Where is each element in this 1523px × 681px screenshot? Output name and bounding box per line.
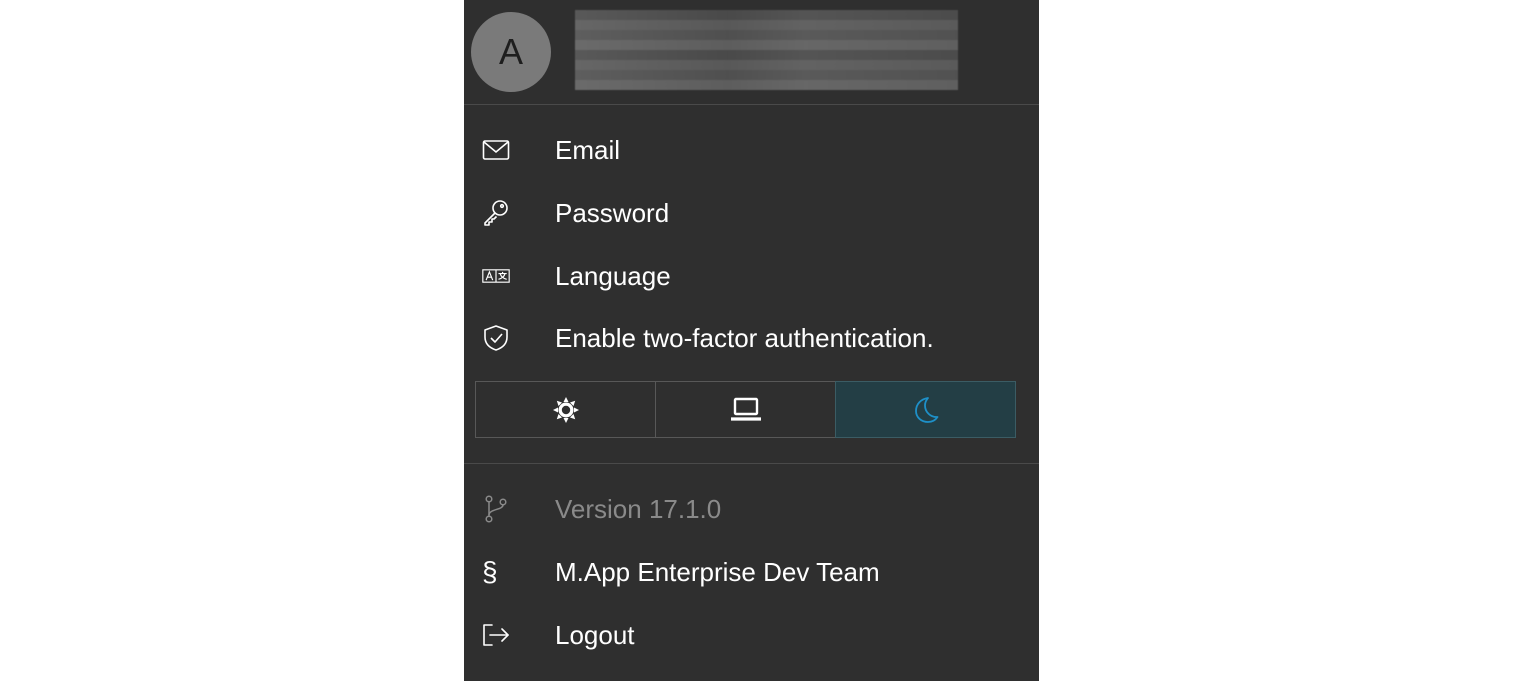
section-divider xyxy=(464,463,1039,464)
menu-item-label: Enable two-factor authentication. xyxy=(555,322,934,353)
user-header: A xyxy=(464,0,1039,105)
theme-dark-button[interactable] xyxy=(835,381,1016,438)
menu-item-language[interactable]: Language xyxy=(464,252,1039,300)
theme-system-button[interactable] xyxy=(656,382,836,437)
user-menu-panel: A Email Password Language Enable two-fac… xyxy=(464,0,1039,681)
logout-icon xyxy=(482,621,510,649)
menu-item-email[interactable]: Email xyxy=(464,126,1039,174)
mail-icon xyxy=(482,136,510,164)
theme-toggle-group xyxy=(475,381,1016,438)
menu-item-password[interactable]: Password xyxy=(464,189,1039,237)
moon-icon xyxy=(912,396,940,424)
logout-button[interactable]: Logout xyxy=(464,611,1039,659)
version-label: Version 17.1.0 xyxy=(555,493,722,524)
laptop-icon xyxy=(730,397,762,423)
menu-item-label: Language xyxy=(555,260,671,291)
team-label: M.App Enterprise Dev Team xyxy=(555,556,880,587)
redacted-username xyxy=(575,10,958,90)
menu-item-team[interactable]: § M.App Enterprise Dev Team xyxy=(464,548,1039,596)
menu-item-two-factor[interactable]: Enable two-factor authentication. xyxy=(464,314,1039,362)
key-icon xyxy=(482,199,510,227)
theme-light-button[interactable] xyxy=(476,382,656,437)
section-sign-icon: § xyxy=(482,556,498,587)
sun-icon xyxy=(552,396,580,424)
version-info: Version 17.1.0 xyxy=(464,485,1039,533)
shield-check-icon xyxy=(482,324,510,352)
avatar[interactable]: A xyxy=(471,12,551,92)
translate-icon xyxy=(482,262,510,290)
menu-item-label: Password xyxy=(555,197,670,228)
branch-icon xyxy=(482,495,510,523)
menu-item-label: Email xyxy=(555,134,621,165)
logout-label: Logout xyxy=(555,619,635,650)
